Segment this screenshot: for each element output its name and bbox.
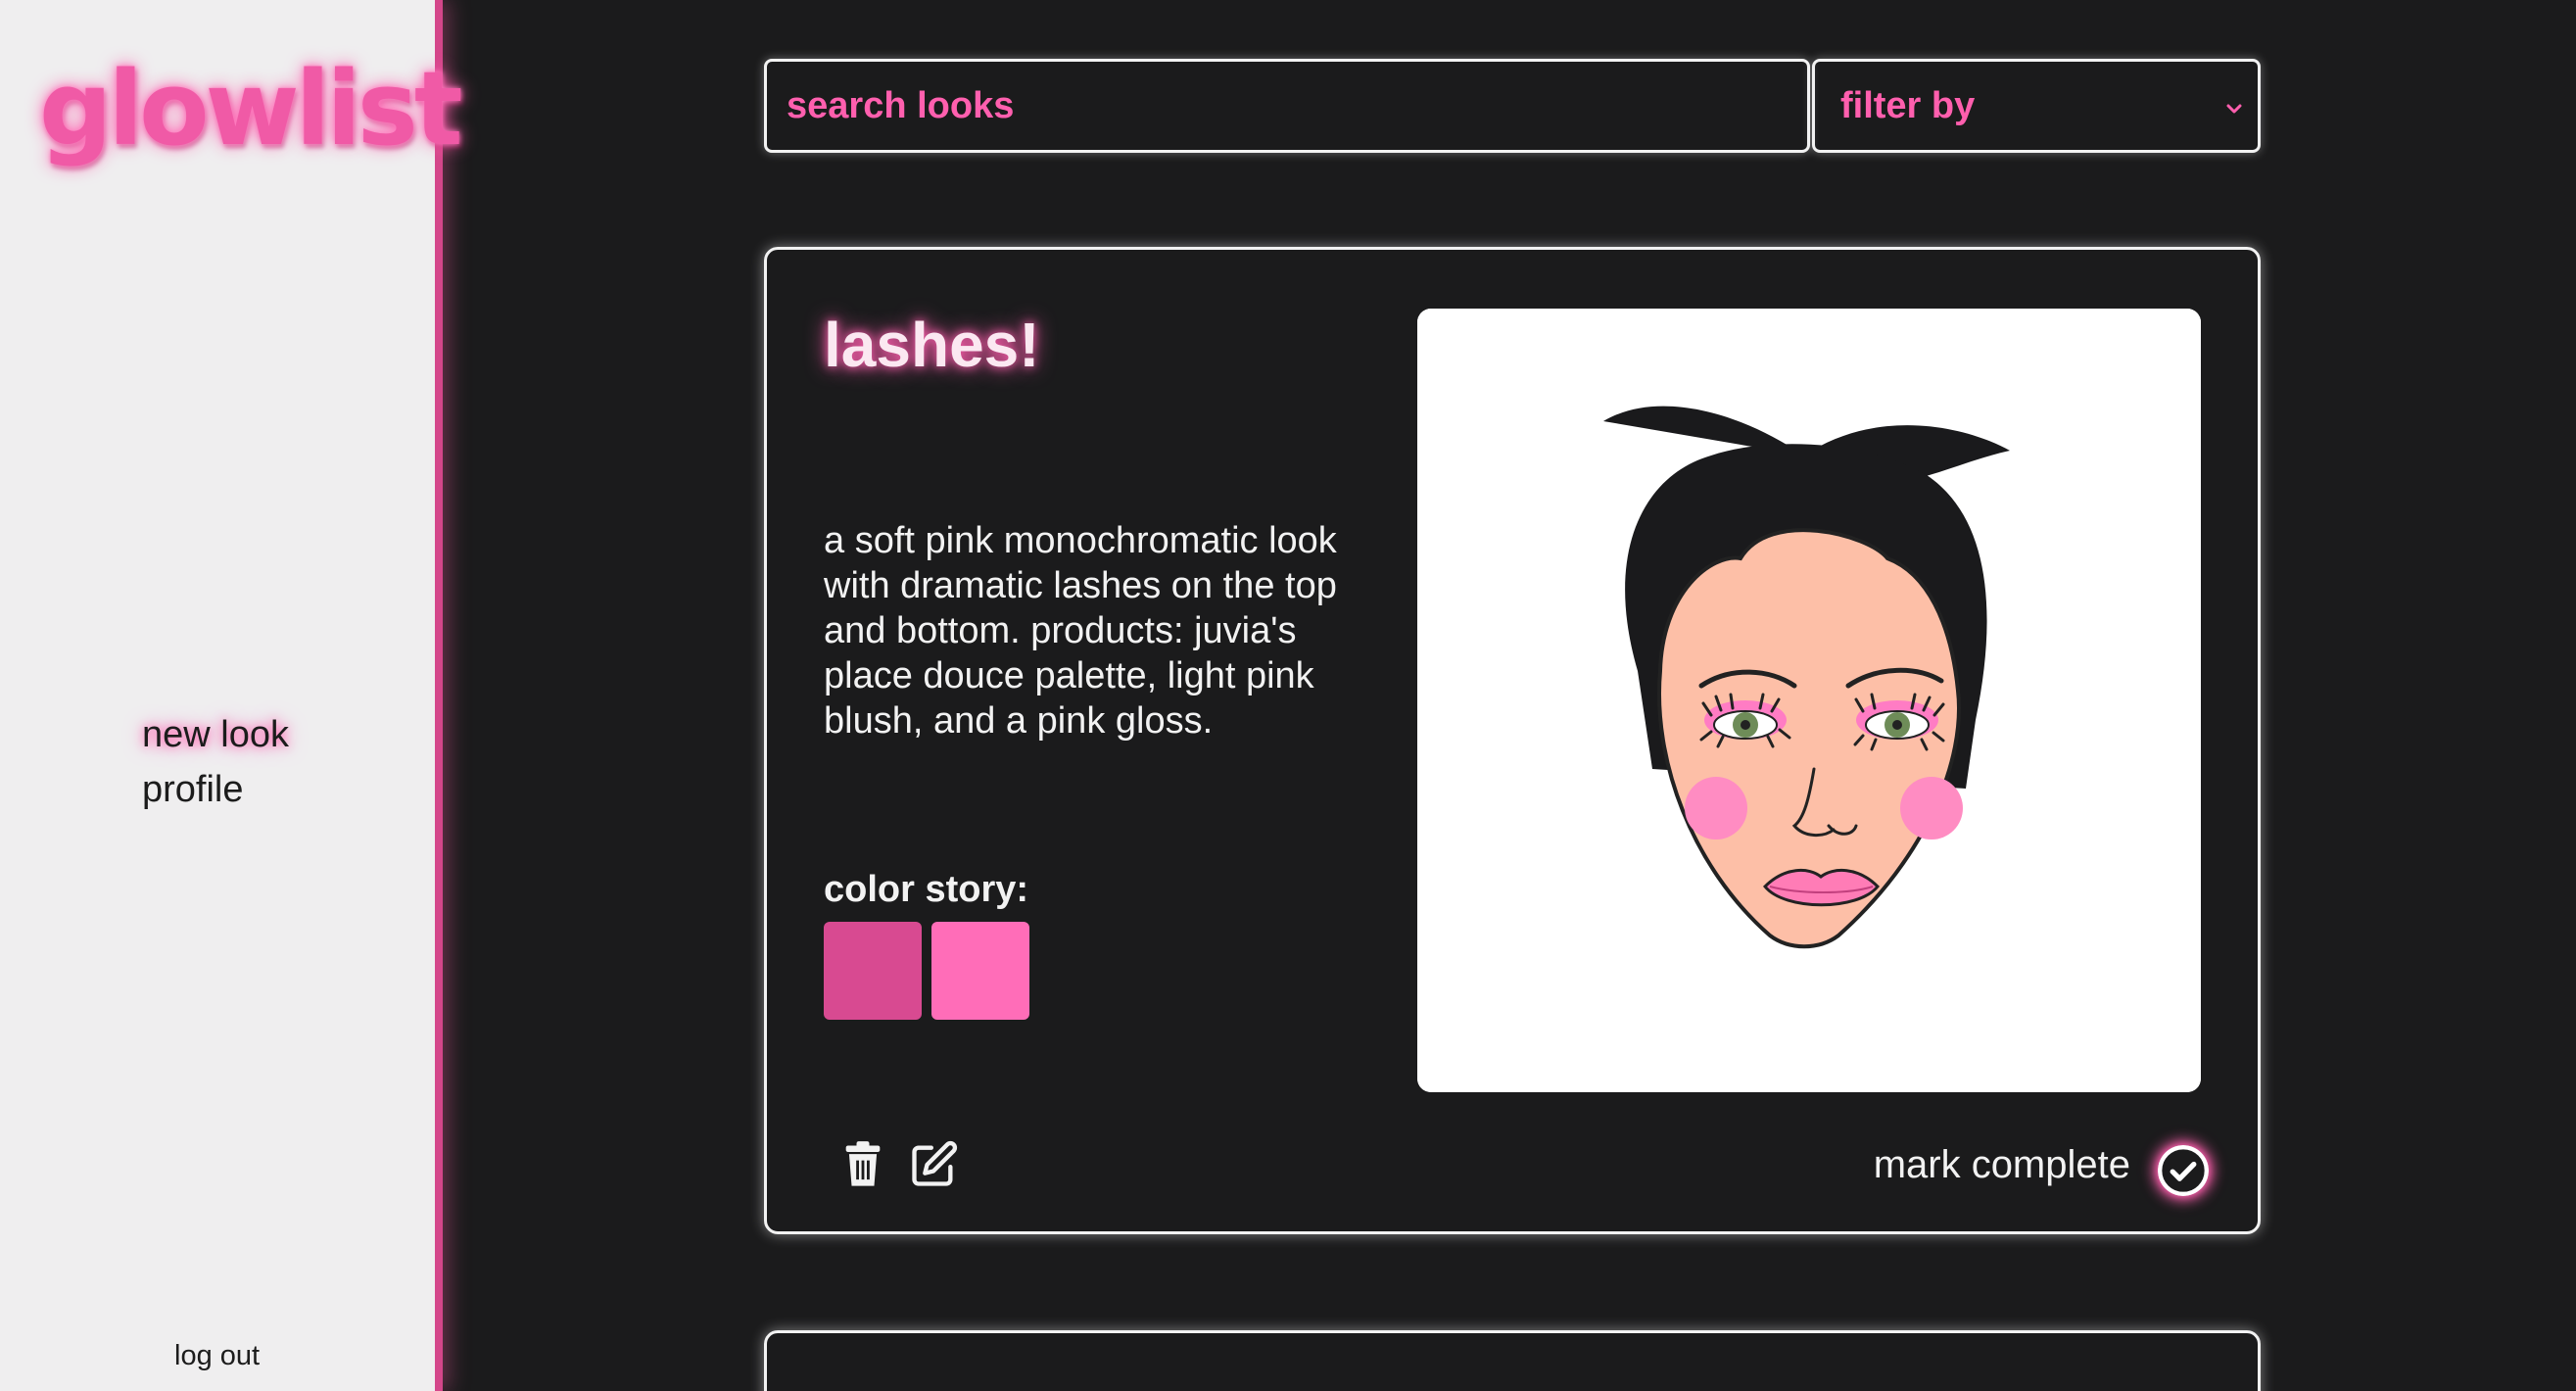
- color-swatch: [931, 922, 1029, 1020]
- look-face-illustration: [1417, 309, 2201, 1092]
- color-swatch: [824, 922, 922, 1020]
- app-logo[interactable]: glowlist: [39, 49, 463, 168]
- trash-icon[interactable]: [837, 1139, 888, 1190]
- filter-dropdown[interactable]: filter by: [1812, 59, 2261, 153]
- sidebar-item-profile[interactable]: profile: [142, 762, 289, 817]
- search-bar: [764, 59, 1810, 153]
- sidebar-item-new-look[interactable]: new look: [142, 707, 289, 762]
- sidebar-nav: new look profile: [142, 707, 289, 817]
- edit-icon[interactable]: [908, 1139, 959, 1190]
- color-swatches: [824, 922, 1029, 1020]
- search-input[interactable]: [767, 62, 1807, 150]
- color-story-label: color story:: [824, 869, 1029, 910]
- look-description: a soft pink monochromatic look with dram…: [824, 520, 1337, 742]
- logout-link[interactable]: log out: [174, 1340, 260, 1372]
- look-title: lashes!: [824, 310, 1040, 380]
- look-card-next: [764, 1330, 2261, 1391]
- check-circle-icon[interactable]: [2158, 1145, 2209, 1196]
- filter-label: filter by: [1840, 84, 1976, 126]
- look-card: lashes! a soft pink monochromatic look w…: [764, 247, 2261, 1234]
- sidebar: glowlist new look profile log out: [0, 0, 463, 1391]
- mark-complete-label: mark complete: [1873, 1143, 2130, 1186]
- chevron-down-icon: [2226, 104, 2242, 114]
